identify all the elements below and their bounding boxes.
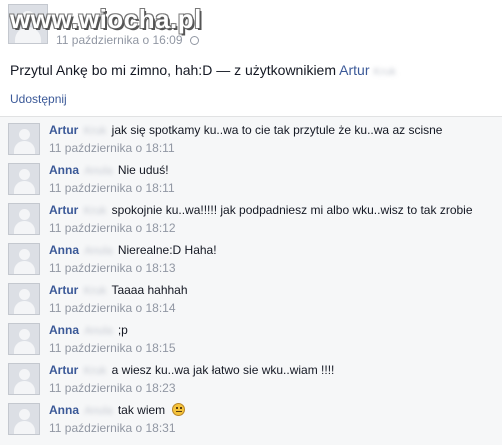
comment-timestamp[interactable]: 11 października o 18:23 xyxy=(49,381,176,395)
comment: Artur Kruk spokojnie ku..wa!!!!! jak pod… xyxy=(8,203,498,243)
comment-author[interactable]: Artur xyxy=(49,123,78,137)
tagged-user-link[interactable]: Artur xyxy=(339,62,369,78)
comment-author-surname-blurred: Kruk xyxy=(83,205,107,217)
comment-author[interactable]: Artur xyxy=(49,283,78,297)
comment-author-surname-blurred: Anula xyxy=(84,165,113,177)
comment-author[interactable]: Artur xyxy=(49,363,78,377)
comment-text: Taaaa hahhah xyxy=(111,283,188,297)
post-timestamp[interactable]: 11 października o 16:09 xyxy=(56,33,199,47)
comment-author-surname-blurred: Anula xyxy=(84,245,113,257)
comment-text: a wiesz ku..wa jak łatwo sie wku..wiam !… xyxy=(111,363,335,377)
comment-text: Nierealne:D Haha! xyxy=(117,243,217,257)
comment-text: Nie uduś! xyxy=(117,163,169,177)
comments-section: Artur Kruk jak się spotkamy ku..wa to ci… xyxy=(0,116,502,445)
comment-author-surname-blurred: Kruk xyxy=(83,125,107,137)
comment: Anna Anula Nierealne:D Haha! 11 paździer… xyxy=(8,243,498,283)
commenter-avatar[interactable] xyxy=(8,123,40,155)
post-body: Przytul Ankę bo mi zimno, hah:D — z użyt… xyxy=(10,62,337,78)
comment-author[interactable]: Anna xyxy=(49,163,79,177)
comment: Anna Anula tak wiem 11 października o 18… xyxy=(8,403,498,443)
share-link[interactable]: Udostępnij xyxy=(10,92,67,106)
comment: Anna Anula Nie uduś! 11 października o 1… xyxy=(8,163,498,203)
comment-timestamp[interactable]: 11 października o 18:11 xyxy=(49,181,175,195)
comment-author[interactable]: Anna xyxy=(49,403,79,417)
comment-timestamp[interactable]: 11 października o 18:14 xyxy=(49,301,176,315)
commenter-avatar[interactable] xyxy=(8,243,40,275)
comment-author[interactable]: Anna xyxy=(49,243,79,257)
comment-timestamp[interactable]: 11 października o 18:11 xyxy=(49,141,175,155)
tagged-user-surname-blurred: Kruk xyxy=(373,66,396,78)
comment: Anna Anula ;p 11 października o 18:15 xyxy=(8,323,498,363)
comment: Artur Kruk Taaaa hahhah 11 października … xyxy=(8,283,498,323)
commenter-avatar[interactable] xyxy=(8,403,40,435)
comment: Artur Kruk jak się spotkamy ku..wa to ci… xyxy=(8,123,498,163)
commenter-avatar[interactable] xyxy=(8,203,40,235)
post-text: Przytul Ankę bo mi zimno, hah:D — z użyt… xyxy=(10,62,396,78)
comment-timestamp[interactable]: 11 października o 18:15 xyxy=(49,341,176,355)
comment-author-surname-blurred: Anula xyxy=(84,325,113,337)
post-header: www.wiocha.pl 11 października o 16:09 xyxy=(0,0,502,54)
comment-timestamp[interactable]: 11 października o 18:13 xyxy=(49,261,176,275)
comment: Artur Kruk a wiesz ku..wa jak łatwo sie … xyxy=(8,363,498,403)
comment-author-surname-blurred: Anula xyxy=(84,405,113,417)
watermark-logo: www.wiocha.pl xyxy=(10,4,202,34)
smile-emoticon-icon xyxy=(171,403,185,416)
globe-icon xyxy=(189,36,199,45)
comment-text: tak wiem xyxy=(117,403,166,417)
comment-text: jak się spotkamy ku..wa to cie tak przyt… xyxy=(111,123,443,137)
comment-text: spokojnie ku..wa!!!!! jak podpadniesz mi… xyxy=(111,203,473,217)
comment-author-surname-blurred: Kruk xyxy=(83,285,107,297)
comment-timestamp[interactable]: 11 października o 18:31 xyxy=(49,421,176,435)
comment-text: ;p xyxy=(117,323,128,337)
comment-author[interactable]: Artur xyxy=(49,203,78,217)
commenter-avatar[interactable] xyxy=(8,323,40,355)
commenter-avatar[interactable] xyxy=(8,163,40,195)
comment-timestamp[interactable]: 11 października o 18:12 xyxy=(49,221,176,235)
commenter-avatar[interactable] xyxy=(8,363,40,395)
post-timestamp-text[interactable]: 11 października o 16:09 xyxy=(56,33,183,47)
commenter-avatar[interactable] xyxy=(8,283,40,315)
comment-author-surname-blurred: Kruk xyxy=(83,365,107,377)
comment-author[interactable]: Anna xyxy=(49,323,79,337)
